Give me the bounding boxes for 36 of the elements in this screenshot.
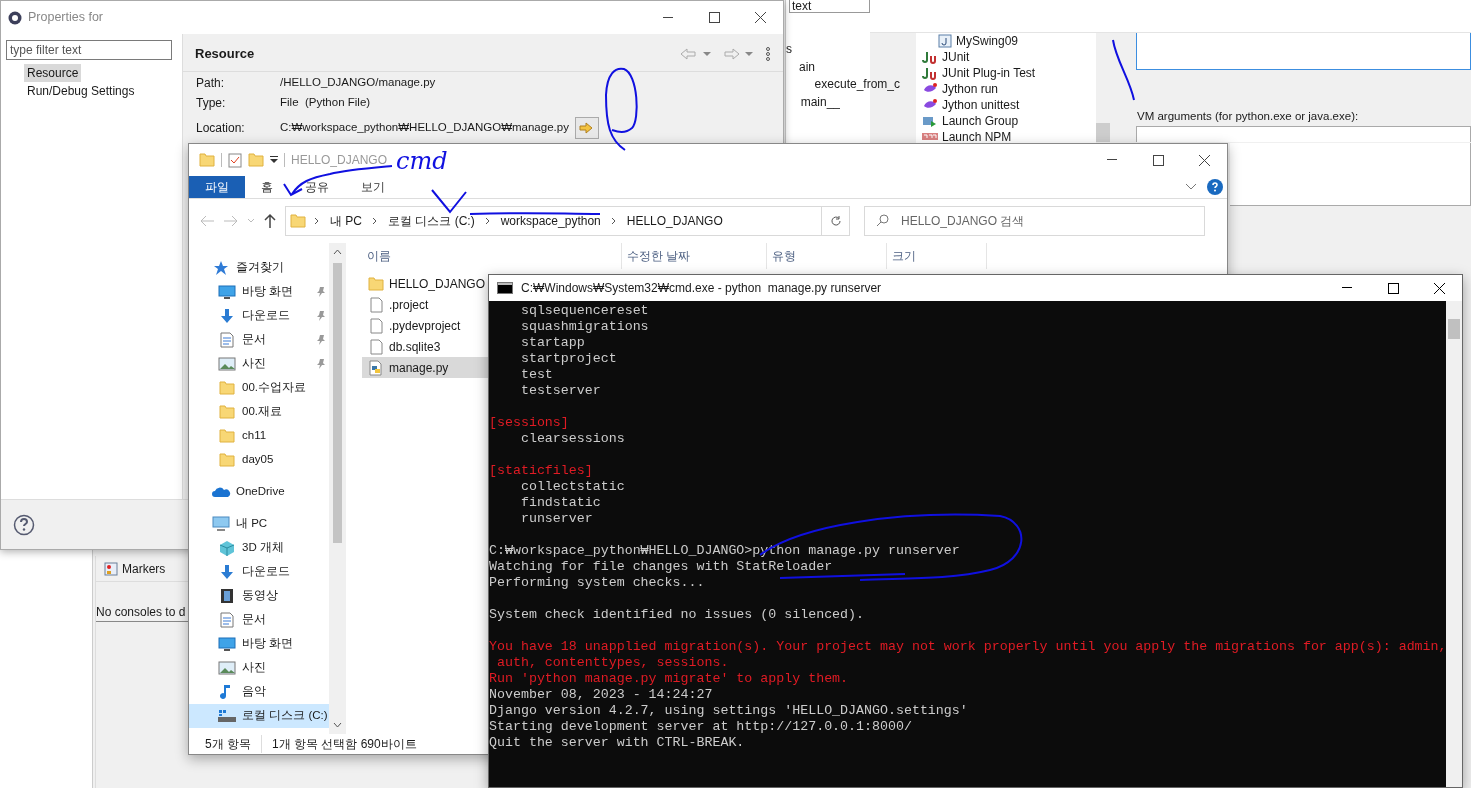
console-line: You have 18 unapplied migration(s). Your project may not work properly until you apply the migrations for app(s): admin, bbox=[489, 639, 1446, 655]
console-line: runserver bbox=[519, 511, 593, 527]
console-line: auth, contenttypes, sessions. bbox=[495, 655, 729, 671]
console-line: Quit the server with CTRL-BREAK. bbox=[489, 735, 745, 751]
vm-arguments-label: VM arguments (for python.exe or java.exe): bbox=[1137, 109, 1359, 124]
page-title: Resource bbox=[195, 44, 256, 63]
console-line: sqlsequencereset bbox=[519, 303, 649, 319]
window-title: C:₩Windows₩System32₩cmd.exe - python manage.py runserver bbox=[521, 280, 883, 297]
field-label: Path: bbox=[196, 75, 226, 92]
console-line: squashmigrations bbox=[519, 319, 649, 335]
console-line: Performing system checks... bbox=[489, 575, 705, 591]
console-line: Starting development server at http://127.0.0.1:8000/ bbox=[489, 719, 912, 735]
status-text: 1개 항목 선택함 690바이트 bbox=[261, 735, 427, 753]
handwritten-note: cmd bbox=[396, 151, 448, 171]
console-line: test bbox=[519, 367, 553, 383]
console-line: startapp bbox=[519, 335, 585, 351]
status-text: 5개 항목 bbox=[205, 736, 252, 753]
field-value: C:₩workspace_python₩HELLO_DJANGO₩manage.py bbox=[280, 120, 569, 136]
console-line: November 08, 2023 - 14:24:27 bbox=[489, 687, 713, 703]
console-line: testserver bbox=[519, 383, 601, 399]
console-line: clearsessions bbox=[519, 431, 625, 447]
console-line: Run 'python manage.py migrate' to apply them. bbox=[489, 671, 849, 687]
console-line: System check identified no issues (0 silenced). bbox=[489, 607, 865, 623]
console-line: collectstatic bbox=[519, 479, 625, 495]
console-line: startproject bbox=[519, 351, 617, 367]
field-value: File (Python File) bbox=[280, 95, 371, 111]
field-label: Type: bbox=[196, 95, 227, 112]
console-line: Watching for file changes with StatReloader bbox=[489, 559, 833, 575]
console-line: [staticfiles] bbox=[489, 463, 593, 479]
field-label: Location: bbox=[196, 120, 246, 137]
window-title: HELLO_DJANGO bbox=[291, 152, 388, 169]
field-value: /HELLO_DJANGO/manage.py bbox=[280, 75, 436, 91]
console-line: findstatic bbox=[519, 495, 601, 511]
console-line: Django version 4.2.7, using settings 'HELLO_DJANGO.settings' bbox=[489, 703, 968, 719]
window-title: Properties for bbox=[28, 9, 105, 27]
console-line: [sessions] bbox=[489, 415, 569, 431]
